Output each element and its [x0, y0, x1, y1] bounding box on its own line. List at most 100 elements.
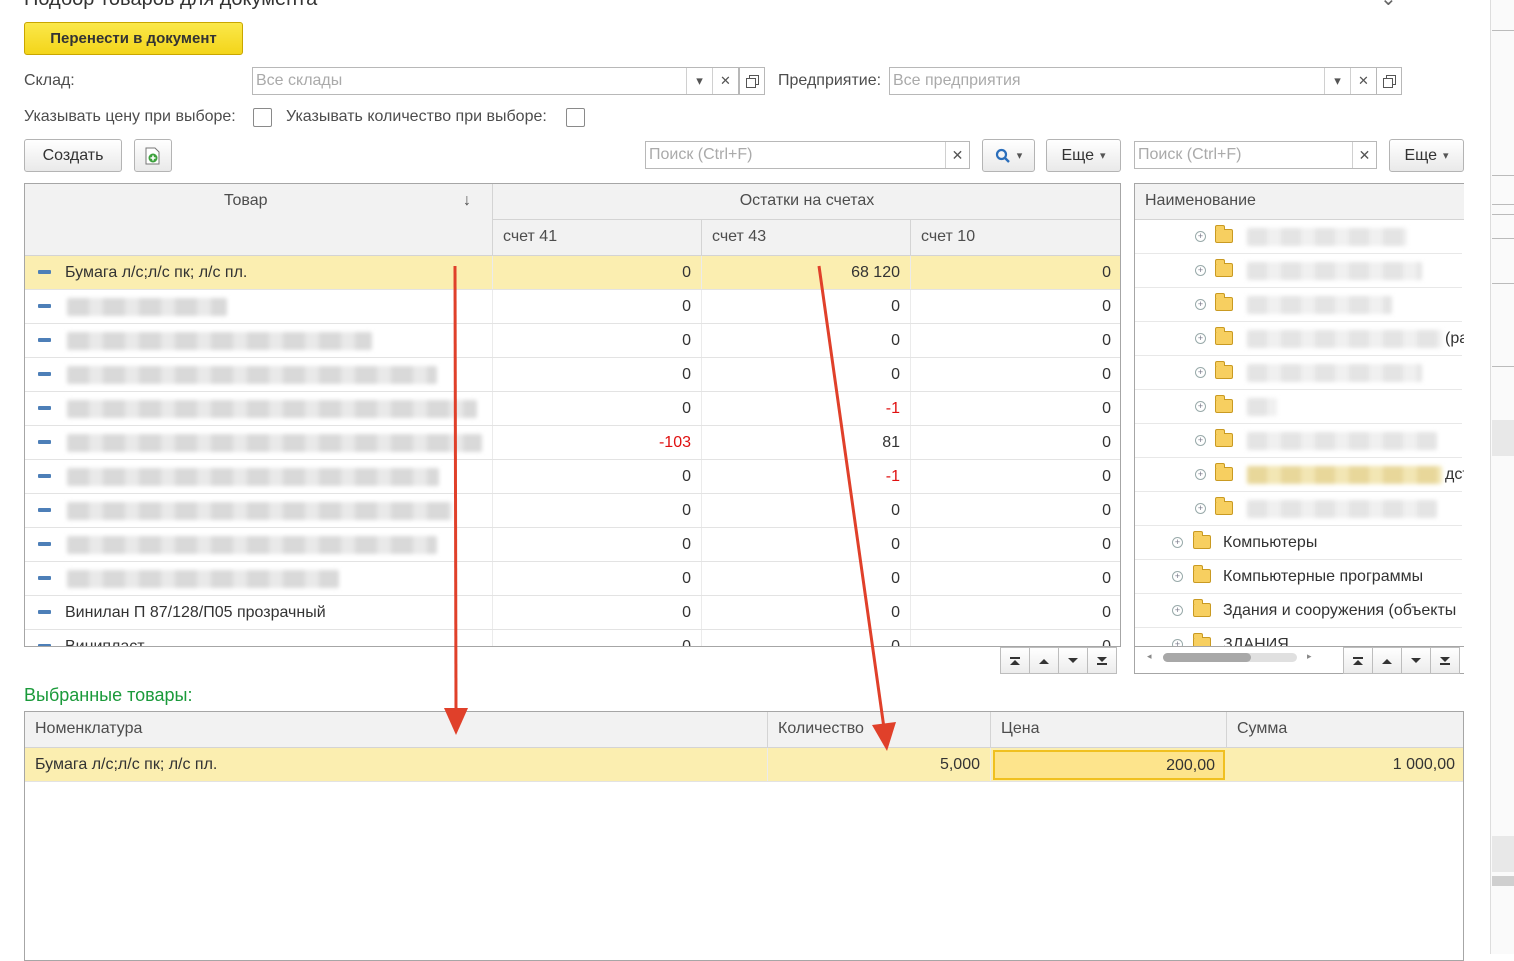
- col-header-nomenclature[interactable]: Номенклатура: [25, 712, 768, 748]
- col-header-account-43[interactable]: счет 43: [702, 220, 911, 256]
- tree-row[interactable]: +: [1135, 220, 1462, 254]
- tree-row[interactable]: +: [1135, 390, 1462, 424]
- tree-row[interactable]: + дст: [1135, 458, 1464, 492]
- expand-icon[interactable]: +: [1195, 367, 1206, 378]
- dropdown-arrow-icon[interactable]: ▾: [686, 68, 712, 94]
- expand-icon[interactable]: +: [1195, 435, 1206, 446]
- tree-header-name[interactable]: Наименование: [1135, 184, 1464, 220]
- tree-row[interactable]: +: [1135, 254, 1462, 288]
- open-icon[interactable]: [1376, 67, 1402, 95]
- close-icon[interactable]: ⌄: [1380, 0, 1397, 11]
- add-document-button[interactable]: [134, 139, 172, 172]
- goods-row[interactable]: 000: [25, 494, 1120, 528]
- expand-icon[interactable]: +: [1195, 231, 1206, 242]
- goods-search-input[interactable]: Поиск (Ctrl+F) ✕: [645, 141, 970, 169]
- expand-icon[interactable]: +: [1195, 401, 1206, 412]
- scroll-up-icon[interactable]: [1029, 647, 1059, 674]
- scroll-last-icon[interactable]: [1087, 647, 1117, 674]
- enterprise-select[interactable]: Все предприятия ▾ ✕: [889, 67, 1377, 95]
- col-header-account-41[interactable]: счет 41: [493, 220, 702, 256]
- search-button[interactable]: ▾: [982, 139, 1035, 172]
- col-header-quantity[interactable]: Количество: [768, 712, 991, 748]
- balance-41-cell: 0: [493, 324, 702, 357]
- goods-row[interactable]: Винилан П 87/128/П05 прозрачный 0 0 0: [25, 596, 1120, 630]
- balance-41-cell: -103: [493, 426, 702, 459]
- expand-icon[interactable]: +: [1195, 503, 1206, 514]
- goods-row[interactable]: 000: [25, 358, 1120, 392]
- dropdown-arrow-icon[interactable]: ▾: [1324, 68, 1350, 94]
- expand-icon[interactable]: +: [1195, 265, 1206, 276]
- chevron-down-icon: ▾: [1443, 150, 1449, 162]
- warehouse-select[interactable]: Все склады ▾ ✕: [252, 67, 739, 95]
- tree-row[interactable]: + Компьютерные программы: [1135, 560, 1462, 594]
- balance-43-cell: 0: [702, 290, 911, 323]
- horizontal-scrollbar[interactable]: [1163, 653, 1297, 662]
- goods-row[interactable]: 000: [25, 290, 1120, 324]
- transfer-to-document-button[interactable]: Перенести в документ: [24, 22, 243, 55]
- expand-icon[interactable]: +: [1195, 469, 1206, 480]
- sort-down-icon[interactable]: ↓: [463, 192, 471, 210]
- tree-row[interactable]: +: [1135, 492, 1462, 526]
- clear-search-icon[interactable]: ✕: [1352, 142, 1376, 168]
- tree-search-input[interactable]: Поиск (Ctrl+F) ✕: [1134, 141, 1377, 169]
- scroll-right-icon[interactable]: ▸: [1307, 651, 1312, 662]
- balance-41-cell: 0: [493, 256, 702, 289]
- scroll-first-icon[interactable]: [1000, 647, 1030, 674]
- expand-icon[interactable]: +: [1172, 571, 1183, 582]
- scroll-down-icon[interactable]: [1401, 647, 1431, 674]
- tree-row[interactable]: + (ра: [1135, 322, 1464, 356]
- chevron-down-icon: ▾: [1100, 150, 1106, 162]
- selected-sum-cell[interactable]: 1 000,00: [1227, 748, 1463, 781]
- selected-quantity-cell[interactable]: 5,000: [768, 748, 991, 781]
- expand-icon[interactable]: +: [1172, 639, 1183, 646]
- goods-row[interactable]: -103 81 0: [25, 426, 1120, 460]
- selected-row[interactable]: Бумага л/с;л/с пк; л/с пл. 5,000 200,00 …: [25, 748, 1463, 782]
- blurred-group-name: [1247, 432, 1437, 450]
- expand-icon[interactable]: +: [1172, 605, 1183, 616]
- clear-icon[interactable]: ✕: [712, 68, 738, 94]
- tree-row[interactable]: + Компьютеры: [1135, 526, 1462, 560]
- clear-icon[interactable]: ✕: [1350, 68, 1376, 94]
- expand-icon[interactable]: +: [1195, 333, 1206, 344]
- tree-row[interactable]: +: [1135, 356, 1462, 390]
- qty-on-select-checkbox[interactable]: [566, 108, 585, 127]
- folder-icon: [1215, 361, 1233, 379]
- tree-row[interactable]: + ЗДАНИЯ: [1135, 628, 1462, 646]
- scroll-left-icon[interactable]: ◂: [1147, 651, 1152, 662]
- goods-row[interactable]: 0 -1 0: [25, 460, 1120, 494]
- price-on-select-checkbox[interactable]: [253, 108, 272, 127]
- blurred-goods-name: [67, 468, 439, 486]
- scroll-down-icon[interactable]: [1058, 647, 1088, 674]
- scroll-first-icon[interactable]: [1343, 647, 1373, 674]
- scroll-up-icon[interactable]: [1372, 647, 1402, 674]
- goods-row[interactable]: 000: [25, 324, 1120, 358]
- tree-row[interactable]: +: [1135, 288, 1462, 322]
- scroll-last-icon[interactable]: [1430, 647, 1460, 674]
- col-header-sum[interactable]: Сумма: [1227, 712, 1463, 748]
- tree-row[interactable]: + Здания и сооружения (объекты: [1135, 594, 1462, 628]
- more-button[interactable]: Еще ▾: [1046, 139, 1121, 172]
- clear-search-icon[interactable]: ✕: [945, 142, 969, 168]
- edge-line: [1492, 204, 1514, 205]
- edge-line: [1492, 283, 1514, 284]
- goods-row[interactable]: Бумага л/с;л/с пк; л/с пл. 0 68 120 0: [25, 256, 1120, 290]
- goods-row[interactable]: 0 -1 0: [25, 392, 1120, 426]
- balance-10-cell: 0: [911, 460, 1120, 493]
- expand-icon[interactable]: +: [1195, 299, 1206, 310]
- goods-row[interactable]: Винипласт 0 0 0: [25, 630, 1120, 646]
- tree-row[interactable]: +: [1135, 424, 1462, 458]
- tree-more-button[interactable]: Еще ▾: [1389, 139, 1464, 172]
- goods-name-cell: [25, 324, 493, 357]
- col-header-account-10[interactable]: счет 10: [911, 220, 1120, 256]
- open-icon[interactable]: [739, 67, 765, 95]
- goods-row[interactable]: 000: [25, 562, 1120, 596]
- scrollbar-thumb[interactable]: [1163, 653, 1251, 662]
- goods-row[interactable]: 000: [25, 528, 1120, 562]
- selected-price-cell[interactable]: 200,00: [993, 750, 1225, 780]
- expand-icon[interactable]: +: [1172, 537, 1183, 548]
- col-header-price[interactable]: Цена: [991, 712, 1227, 748]
- create-button[interactable]: Создать: [24, 139, 122, 172]
- col-header-goods[interactable]: Товар ↓: [25, 184, 493, 256]
- goods-table: Товар ↓ Остатки на счетах счет 41 счет 4…: [24, 183, 1121, 647]
- blurred-group-name: [1247, 466, 1442, 484]
